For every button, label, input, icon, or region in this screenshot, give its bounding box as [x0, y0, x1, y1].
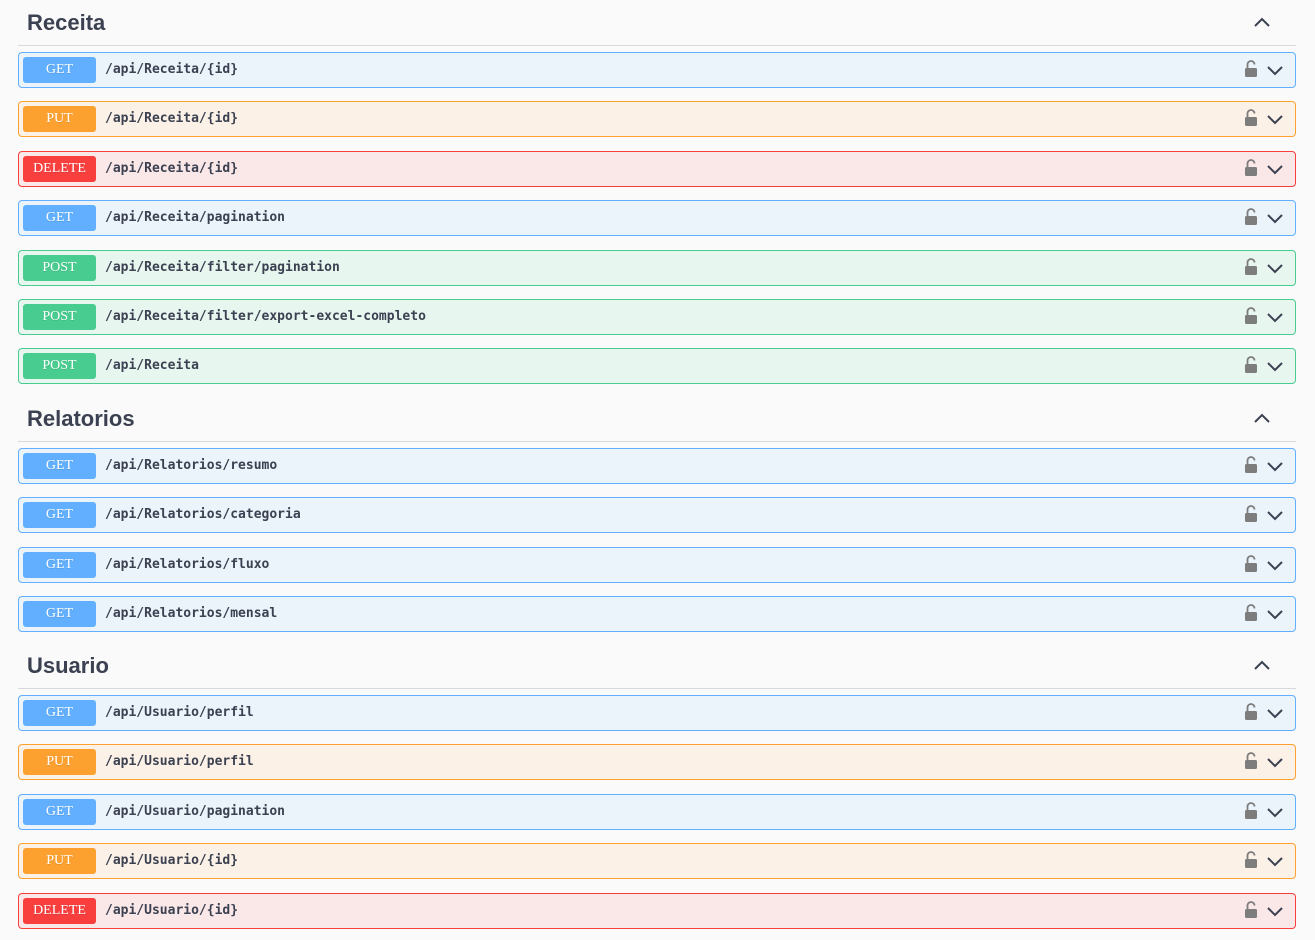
chevron-down-icon[interactable] [1266, 852, 1284, 870]
operation-row[interactable]: GET/api/Usuario/pagination [18, 794, 1296, 830]
method-badge: GET [23, 205, 96, 231]
chevron-down-icon[interactable] [1266, 160, 1284, 178]
unlocked-padlock-icon[interactable] [1244, 851, 1258, 869]
operation-row[interactable]: PUT/api/Receita/{id} [18, 101, 1296, 137]
section-title: Usuario [27, 653, 109, 678]
operation-row[interactable]: DELETE/api/Usuario/{id} [18, 893, 1296, 929]
method-badge: POST [23, 353, 96, 379]
section-header[interactable]: Usuario [18, 643, 1296, 689]
section-receita: Receita GET/api/Receita/{id} PUT/api/Rece… [18, 0, 1296, 384]
chevron-down-icon[interactable] [1266, 357, 1284, 375]
method-badge: GET [23, 502, 96, 528]
chevron-up-icon[interactable] [1252, 408, 1272, 428]
method-badge: DELETE [23, 156, 96, 182]
section-relatorios: Relatorios GET/api/Relatorios/resumo GET /… [18, 396, 1296, 632]
section-header[interactable]: Receita [18, 0, 1296, 46]
operation-row[interactable]: GET/api/Receita/{id} [18, 52, 1296, 88]
chevron-down-icon[interactable] [1266, 61, 1284, 79]
unlocked-padlock-icon[interactable] [1244, 208, 1258, 226]
chevron-down-icon[interactable] [1266, 556, 1284, 574]
unlocked-padlock-icon[interactable] [1244, 901, 1258, 919]
method-badge: GET [23, 700, 96, 726]
operation-row[interactable]: GET/api/Relatorios/fluxo [18, 547, 1296, 583]
chevron-down-icon[interactable] [1266, 803, 1284, 821]
unlocked-padlock-icon[interactable] [1244, 505, 1258, 523]
operation-row[interactable]: GET/api/Usuario/perfil [18, 695, 1296, 731]
unlocked-padlock-icon[interactable] [1244, 109, 1258, 127]
chevron-down-icon[interactable] [1266, 506, 1284, 524]
operation-path: /api/Receita [105, 358, 199, 373]
operation-path: /api/Receita/filter/export-excel-complet… [105, 309, 426, 324]
operation-path: /api/Relatorios/categoria [105, 507, 301, 522]
unlocked-padlock-icon[interactable] [1244, 456, 1258, 474]
unlocked-padlock-icon[interactable] [1244, 159, 1258, 177]
operation-row[interactable]: POST/api/Receita/filter/pagination [18, 250, 1296, 286]
chevron-down-icon[interactable] [1266, 110, 1284, 128]
operation-path: /api/Receita/{id} [105, 161, 239, 176]
method-badge: GET [23, 799, 96, 825]
section-title: Relatorios [27, 406, 135, 431]
unlocked-padlock-icon[interactable] [1244, 752, 1258, 770]
operation-path: /api/Relatorios/fluxo [105, 557, 270, 572]
method-badge: POST [23, 304, 96, 330]
method-badge: PUT [23, 749, 96, 775]
chevron-down-icon[interactable] [1266, 605, 1284, 623]
method-badge: PUT [23, 106, 96, 132]
unlocked-padlock-icon[interactable] [1244, 258, 1258, 276]
operation-path: /api/Relatorios/mensal [105, 606, 278, 621]
operation-row[interactable]: DELETE/api/Receita/{id} [18, 151, 1296, 187]
unlocked-padlock-icon[interactable] [1244, 703, 1258, 721]
operation-row[interactable]: GET/api/Relatorios/categoria [18, 497, 1296, 533]
operation-row[interactable]: GET/api/Receita/pagination [18, 200, 1296, 236]
operation-path: /api/Receita/{id} [105, 111, 239, 126]
section-header[interactable]: Relatorios [18, 396, 1296, 442]
operation-path: /api/Usuario/perfil [105, 705, 254, 720]
operation-path: /api/Usuario/{id} [105, 903, 239, 918]
chevron-down-icon[interactable] [1266, 753, 1284, 771]
operation-path: /api/Usuario/pagination [105, 804, 286, 819]
method-badge: GET [23, 601, 96, 627]
method-badge: GET [23, 552, 96, 578]
swagger-operations-page: Receita GET/api/Receita/{id} PUT/api/Rece… [0, 0, 1315, 940]
method-badge: GET [23, 57, 96, 83]
operation-path: /api/Receita/pagination [105, 210, 286, 225]
operation-path: /api/Usuario/perfil [105, 754, 254, 769]
operation-row[interactable]: GET/api/Relatorios/resumo [18, 448, 1296, 484]
chevron-up-icon[interactable] [1252, 655, 1272, 675]
chevron-down-icon[interactable] [1266, 308, 1284, 326]
method-badge: POST [23, 255, 96, 281]
section-title: Receita [27, 10, 106, 35]
operation-path: /api/Receita/filter/pagination [105, 260, 340, 275]
unlocked-padlock-icon[interactable] [1244, 307, 1258, 325]
chevron-down-icon[interactable] [1266, 457, 1284, 475]
unlocked-padlock-icon[interactable] [1244, 555, 1258, 573]
operation-path: /api/Receita/{id} [105, 62, 239, 77]
chevron-down-icon[interactable] [1266, 209, 1284, 227]
section-usuario: Usuario GET/api/Usuario/perfil PUT/api/Us… [18, 643, 1296, 929]
operation-row[interactable]: POST/api/Receita [18, 348, 1296, 384]
operation-row[interactable]: POST/api/Receita/filter/export-excel-com… [18, 299, 1296, 335]
unlocked-padlock-icon[interactable] [1244, 802, 1258, 820]
unlocked-padlock-icon[interactable] [1244, 356, 1258, 374]
method-badge: DELETE [23, 898, 96, 924]
operation-row[interactable]: GET/api/Relatorios/mensal [18, 596, 1296, 632]
operation-path: /api/Usuario/{id} [105, 853, 239, 868]
operation-path: /api/Relatorios/resumo [105, 458, 278, 473]
operation-row[interactable]: PUT/api/Usuario/{id} [18, 843, 1296, 879]
unlocked-padlock-icon[interactable] [1244, 604, 1258, 622]
chevron-down-icon[interactable] [1266, 902, 1284, 920]
method-badge: GET [23, 453, 96, 479]
method-badge: PUT [23, 848, 96, 874]
operation-row[interactable]: PUT/api/Usuario/perfil [18, 744, 1296, 780]
chevron-down-icon[interactable] [1266, 704, 1284, 722]
chevron-down-icon[interactable] [1266, 259, 1284, 277]
chevron-up-icon[interactable] [1252, 12, 1272, 32]
unlocked-padlock-icon[interactable] [1244, 60, 1258, 78]
